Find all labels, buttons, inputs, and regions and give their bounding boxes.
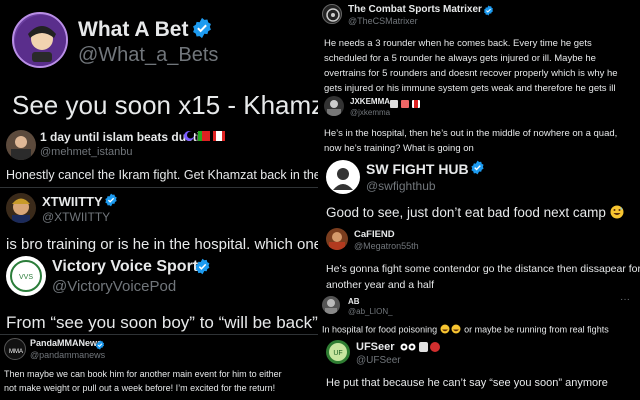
right-column: The Combat Sports Matrixer @TheCSMatrixe… (320, 0, 640, 400)
header-post-text: See you soon x15 - Khamzat (12, 90, 318, 120)
post-handle[interactable]: @ab_LION_ (348, 307, 393, 316)
divider (0, 187, 318, 188)
post-handle[interactable]: @UFSeer (356, 355, 401, 366)
post-display-name[interactable]: JXKEMMA (350, 97, 390, 106)
header-handle[interactable]: @What_a_Bets (78, 44, 218, 67)
avatar[interactable]: UF (326, 340, 350, 364)
avatar[interactable] (322, 4, 342, 24)
post-text-part-a: In hospital for food poisoning (322, 324, 438, 335)
post-text: In hospital for food poisoning or maybe … (322, 324, 609, 336)
post-display-name[interactable]: AB (348, 297, 360, 306)
reply-display-name[interactable]: XTWIITTY (42, 194, 103, 209)
avatar[interactable]: MMA (4, 338, 26, 360)
reply-text-line-2: not make weight or pull out a week befor… (4, 383, 276, 393)
post-text-line: another year and a half (326, 279, 434, 291)
avatar[interactable] (6, 130, 36, 160)
post-text-line: now he’s training? What is going on (324, 143, 474, 154)
flag-icons (184, 130, 226, 145)
reply-display-name[interactable]: PandaMMANews (30, 338, 102, 348)
reply-handle[interactable]: @mehmet_istanbu (40, 146, 133, 158)
post-handle[interactable]: @swfighthub (366, 179, 436, 193)
avatar[interactable] (322, 296, 340, 314)
verified-badge-icon (483, 3, 494, 21)
post-display-name[interactable]: CaFIEND (354, 229, 395, 240)
left-column: What A Bet @What_a_Bets See you soon x15… (0, 0, 318, 400)
reply-text: From “see you soon boy” to “will be back… (6, 313, 318, 332)
svg-text:UF: UF (333, 350, 342, 357)
reply-handle[interactable]: @XTWIITTY (42, 210, 110, 224)
post-text-content: Good to see, just don’t eat bad food nex… (326, 205, 606, 221)
laughing-emoji-icon (440, 324, 462, 336)
post-text: Good to see, just don’t eat bad food nex… (326, 205, 624, 222)
reply-handle[interactable]: @pandammanews (30, 350, 105, 360)
avatar[interactable] (324, 96, 344, 116)
reply-text-line-1: Then maybe we can book him for another m… (4, 369, 282, 379)
post-text-line: scheduled for a 5 rounder he always gets… (324, 53, 596, 64)
post-text-line: He’s gonna fight some contendor go the d… (326, 263, 640, 275)
post-display-name[interactable]: The Combat Sports Matrixer (348, 4, 482, 15)
post-handle[interactable]: @jxkemma (350, 108, 390, 117)
avatar[interactable] (326, 228, 348, 250)
header-display-name[interactable]: What A Bet (78, 18, 188, 42)
avatar[interactable] (12, 12, 68, 68)
divider (0, 334, 318, 335)
post-display-name[interactable]: UFSeer (356, 341, 395, 353)
post-handle[interactable]: @TheCSMatrixer (348, 16, 418, 26)
verified-badge-icon (194, 258, 211, 280)
reply-text: is bro training or is he in the hospital… (6, 236, 318, 253)
reply-handle[interactable]: @VictoryVoicePod (52, 278, 176, 295)
emoji-icons (390, 96, 420, 114)
verified-badge-icon (470, 160, 485, 180)
post-display-name[interactable]: SW FIGHT HUB (366, 161, 469, 177)
post-text-line: He needs a 3 rounder when he comes back.… (324, 38, 592, 49)
post-text-line: overtrains for 5 rounders and doesnt rec… (324, 68, 618, 79)
more-options-icon[interactable]: ··· (620, 294, 630, 305)
reply-text: Honestly cancel the Ikram fight. Get Kha… (6, 168, 318, 182)
avatar[interactable]: VVS (6, 256, 46, 296)
avatar[interactable] (6, 193, 36, 223)
avatar[interactable] (326, 160, 360, 194)
what-a-bet-logo-icon (15, 15, 66, 66)
post-handle[interactable]: @Megatron55th (354, 241, 419, 251)
laughing-sweat-emoji-icon (610, 205, 624, 222)
reply-display-name[interactable]: Victory Voice Sports (52, 258, 207, 276)
verified-badge-icon (191, 17, 213, 44)
post-text-line: gets injured or his immune system gets w… (324, 83, 616, 94)
svg-text:VVS: VVS (19, 274, 33, 281)
post-text-part-b: or maybe be running from real fights (464, 324, 609, 335)
emoji-icons (400, 340, 442, 358)
reply-display-name[interactable]: 1 day until islam beats dustin (40, 130, 207, 144)
post-text: He put that because he can’t say “see yo… (326, 377, 608, 389)
post-text-line: He’s in the hospital, then he’s out in t… (324, 128, 618, 139)
svg-text:MMA: MMA (9, 349, 23, 355)
